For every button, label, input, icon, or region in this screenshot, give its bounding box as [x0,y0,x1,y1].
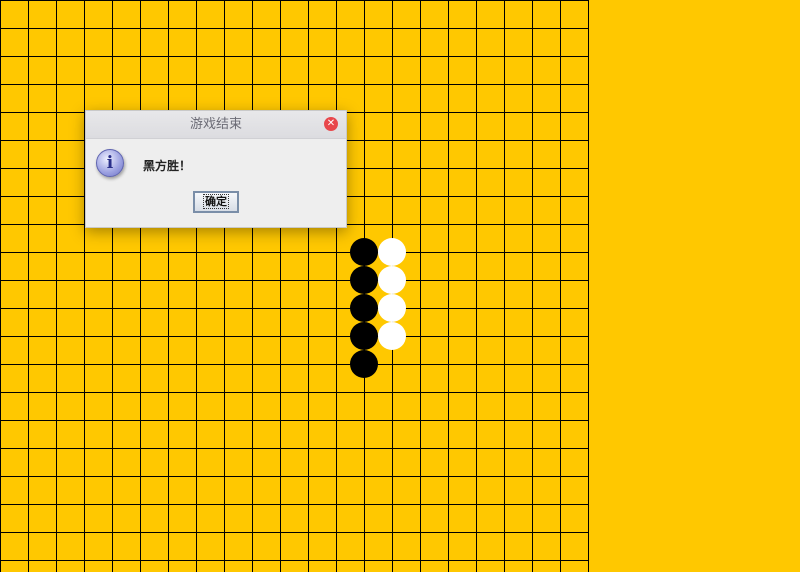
white-stone [378,266,406,294]
result-message: 黑方胜！ [143,159,192,173]
ok-button[interactable]: 确定 [193,191,239,213]
black-stone [350,350,378,378]
close-icon[interactable]: ✕ [324,117,338,131]
dialog-title: 游戏结束 [189,117,242,132]
white-stone [378,238,406,266]
white-stone [378,294,406,322]
stones-layer [0,0,588,572]
black-stone [350,294,378,322]
black-stone [350,266,378,294]
black-stone [350,322,378,350]
ok-button-label: 确定 [203,194,229,209]
dialog-titlebar[interactable]: 游戏结束 ✕ [86,111,346,139]
gomoku-board[interactable] [0,0,589,572]
white-stone [378,322,406,350]
info-icon: i [96,149,124,177]
game-over-dialog: 游戏结束 ✕ i 黑方胜！ 确定 [85,110,347,228]
black-stone [350,238,378,266]
